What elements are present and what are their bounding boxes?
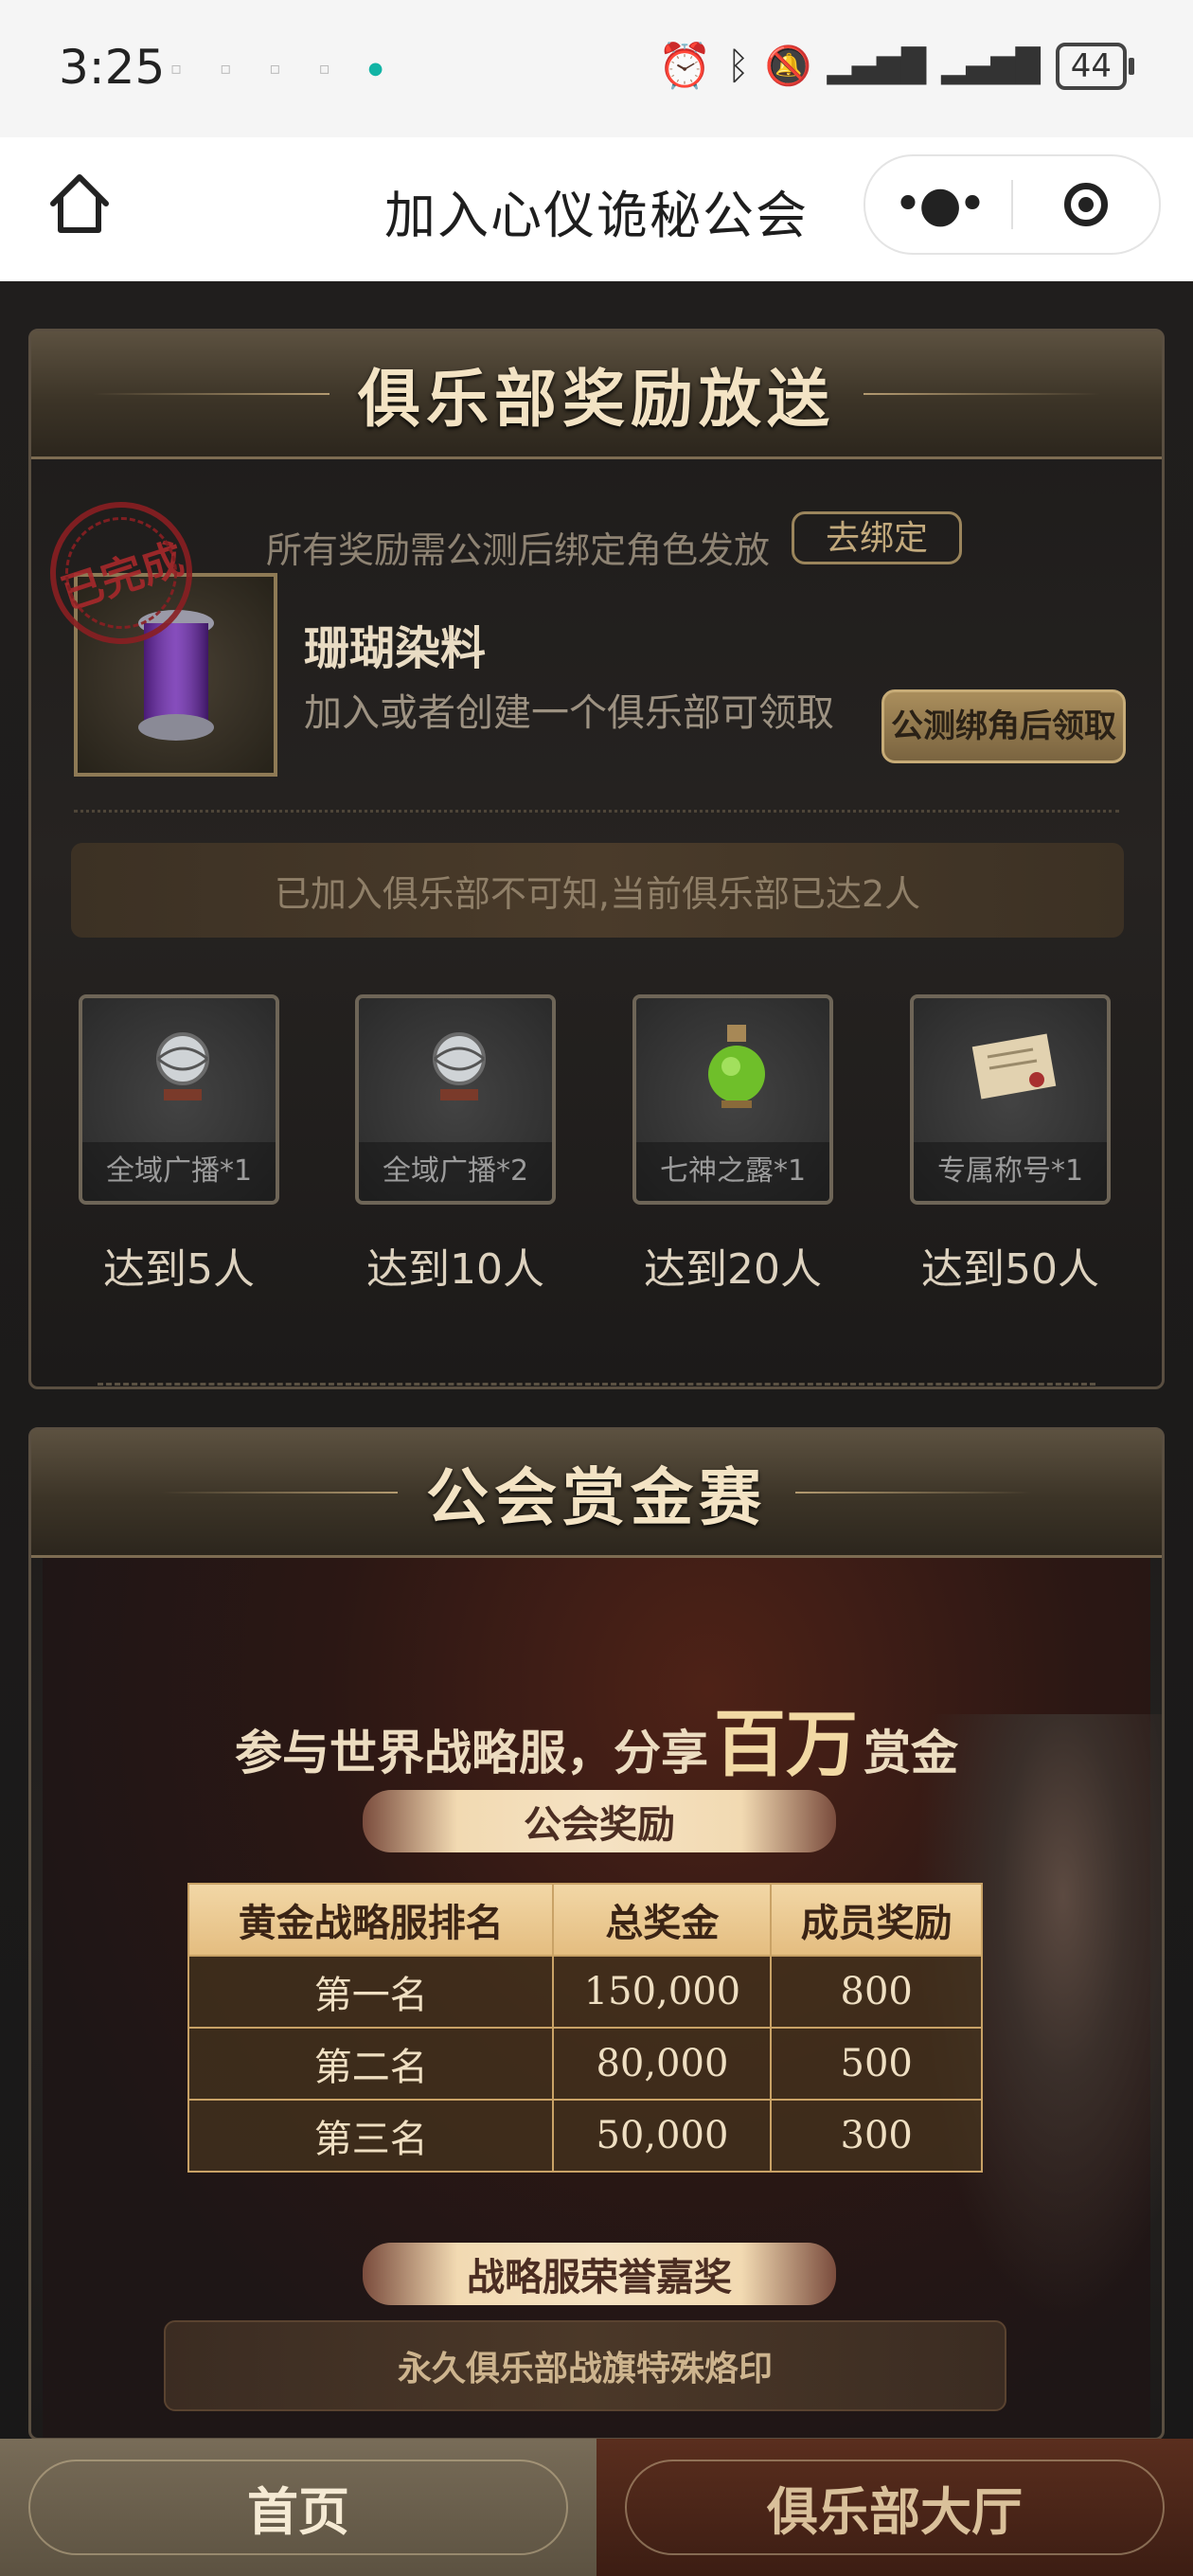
club-reward-banner: 俱乐部奖励放送: [31, 331, 1162, 459]
battery-icon: 44: [1055, 42, 1135, 90]
bounty-title: 公会赏金赛: [426, 1461, 767, 1534]
honor-label: 战略服荣誉嘉奖: [467, 2256, 732, 2299]
club-reward-panel: 俱乐部奖励放送 已完成 所有奖励需公测后绑定角色发放 去绑定 珊瑚染料 加入或者…: [28, 329, 1165, 1389]
bind-button[interactable]: 去绑定: [792, 511, 962, 564]
nav-home-button[interactable]: 首页: [0, 2439, 596, 2576]
mute-icon: 🔕: [764, 45, 812, 88]
table-cell: 80,000: [552, 2027, 773, 2101]
titlebar: 加入心仪诡秘公会 •●•: [0, 137, 1193, 281]
tier-requirement: 达到20人: [644, 1245, 822, 1294]
club-status-bar: 已加入俱乐部不可知,当前俱乐部已达2人: [71, 843, 1124, 938]
stamp-text: 已完成: [55, 534, 190, 619]
more-icon[interactable]: •●•: [865, 176, 1011, 233]
table-cell: 第三名: [187, 2099, 555, 2173]
headline-pre: 参与世界战略服，分享: [235, 1726, 708, 1780]
tier-card: 七神之露*1: [632, 994, 833, 1205]
tier-label: 全域广播*2: [359, 1142, 552, 1201]
table-cell: 500: [770, 2027, 983, 2101]
guild-reward-label: 公会奖励: [524, 1803, 675, 1847]
banner-ornament-right: [795, 1492, 1032, 1494]
honor-item-text: 永久俱乐部战旗特殊烙印: [397, 2350, 773, 2388]
tier-card: 全域广播*1: [79, 994, 279, 1205]
tier-card: 全域广播*2: [355, 994, 556, 1205]
tier-requirement: 达到10人: [366, 1245, 544, 1294]
nav-hall-label: 俱乐部大厅: [767, 2482, 1023, 2542]
tier-rewards: 全域广播*1 达到5人 全域广播*2 达到10人 七神之露*1 达到20人 专属…: [79, 994, 1120, 1307]
table-cell: 第一名: [187, 1955, 555, 2029]
club-status-text: 已加入俱乐部不可知,当前俱乐部已达2人: [274, 872, 921, 915]
honor-ribbon: 战略服荣誉嘉奖: [363, 2243, 836, 2305]
scroll-title-icon: [971, 1033, 1057, 1100]
banner-ornament-left: [93, 393, 329, 395]
tier-card: 专属称号*1: [910, 994, 1111, 1205]
banner-ornament-right: [864, 393, 1100, 395]
table-header: 总奖金: [552, 1883, 773, 1957]
headline-highlight: 百万: [714, 1702, 858, 1786]
tier-item[interactable]: 全域广播*2 达到10人: [355, 994, 563, 1296]
reward-table: 黄金战略服排名 总奖金 成员奖励 第一名 150,000 800 第二名 80,…: [187, 1883, 983, 2173]
table-row: 第三名 50,000 300: [187, 2099, 983, 2173]
divider: [74, 810, 1119, 813]
table-row: 第一名 150,000 800: [187, 1955, 983, 2029]
tier-item[interactable]: 七神之露*1 达到20人: [632, 994, 841, 1296]
close-miniprogram-button[interactable]: [1013, 183, 1159, 226]
signal-icon: ▂▄▆█: [827, 46, 927, 85]
clock: 3:25: [59, 40, 166, 95]
nav-club-hall-button[interactable]: 俱乐部大厅: [596, 2439, 1193, 2576]
tier-divider: [98, 1383, 1095, 1386]
table-header-row: 黄金战略服排名 总奖金 成员奖励: [187, 1883, 983, 1957]
reward-item-desc: 加入或者创建一个俱乐部可领取: [304, 691, 834, 735]
globe-broadcast-icon: [433, 1032, 486, 1100]
table-row: 第二名 80,000 500: [187, 2027, 983, 2101]
notification-icons: ▫▫▫▫●: [170, 59, 421, 79]
alarm-icon: ⏰: [657, 40, 712, 91]
honor-item-bar: 永久俱乐部战旗特殊烙印: [164, 2320, 1006, 2411]
bounty-panel: 公会赏金赛 参与世界战略服，分享百万 赏金 公会奖励 黄金战略服排名 总奖金 成员…: [28, 1427, 1165, 2441]
bottom-nav: 首页 俱乐部大厅: [0, 2439, 1193, 2576]
tier-item[interactable]: 专属称号*1 达到50人: [910, 994, 1118, 1296]
mini-program-capsule: •●•: [864, 154, 1161, 255]
bounty-headline: 参与世界战略服，分享百万 赏金: [31, 1686, 1162, 1790]
system-icons: ⏰ ᛒ 🔕 ▂▄▆█ ▂▄▆█ 44: [657, 40, 1135, 92]
table-cell: 300: [770, 2099, 983, 2173]
globe-broadcast-icon: [156, 1032, 209, 1100]
tier-requirement: 达到50人: [921, 1245, 1099, 1294]
reward-item-name: 珊瑚染料: [304, 622, 487, 675]
table-cell: 50,000: [552, 2099, 773, 2173]
guild-reward-ribbon: 公会奖励: [363, 1790, 836, 1852]
headline-post: 赏金: [864, 1726, 958, 1780]
tier-label: 专属称号*1: [914, 1142, 1107, 1201]
table-header: 成员奖励: [770, 1883, 983, 1957]
signal-icon-2: ▂▄▆█: [941, 46, 1041, 85]
bounty-banner: 公会赏金赛: [31, 1430, 1162, 1558]
club-reward-title: 俱乐部奖励放送: [358, 363, 835, 436]
table-cell: 800: [770, 1955, 983, 2029]
table-cell: 150,000: [552, 1955, 773, 2029]
banner-ornament-left: [161, 1492, 398, 1494]
tier-item[interactable]: 全域广播*1 达到5人: [79, 994, 287, 1296]
reward-notice: 所有奖励需公测后绑定角色发放: [266, 529, 771, 571]
target-icon: [1064, 183, 1108, 226]
bluetooth-icon: ᛒ: [726, 44, 750, 88]
tier-requirement: 达到5人: [103, 1245, 255, 1294]
page-content: 俱乐部奖励放送 已完成 所有奖励需公测后绑定角色发放 去绑定 珊瑚染料 加入或者…: [0, 281, 1193, 2441]
claim-button[interactable]: 公测绑角后领取: [881, 689, 1126, 763]
potion-bottle-icon: [708, 1025, 765, 1108]
tier-label: 全域广播*1: [82, 1142, 276, 1201]
table-header: 黄金战略服排名: [187, 1883, 555, 1957]
table-cell: 第二名: [187, 2027, 555, 2101]
nav-home-label: 首页: [247, 2482, 349, 2542]
tier-label: 七神之露*1: [636, 1142, 829, 1201]
status-bar: 3:25 ▫▫▫▫● ⏰ ᛒ 🔕 ▂▄▆█ ▂▄▆█ 44: [0, 0, 1193, 137]
